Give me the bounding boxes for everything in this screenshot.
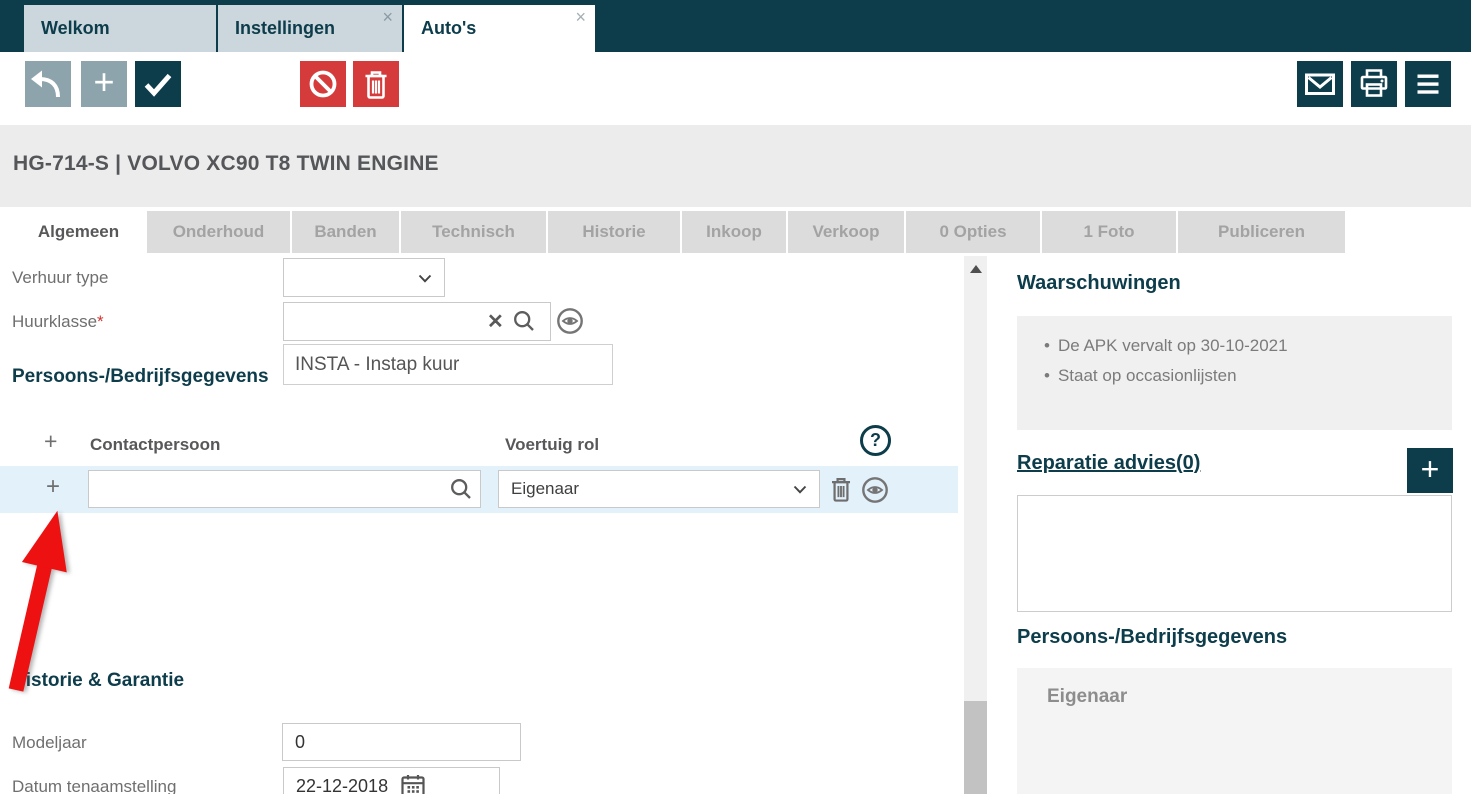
page-title: HG-714-S | VOLVO XC90 T8 TWIN ENGINE xyxy=(13,152,439,176)
window-tab-label: Auto's xyxy=(421,18,476,39)
waarschuwingen-box: • De APK vervalt op 30-10-2021 • Staat op … xyxy=(1017,316,1452,430)
bullet-icon: • xyxy=(1044,336,1050,355)
search-icon[interactable] xyxy=(449,477,473,501)
tab-verkoop[interactable]: Verkoop xyxy=(788,211,904,253)
trash-icon xyxy=(362,68,390,100)
required-marker: * xyxy=(97,312,104,331)
delete-contact-button[interactable] xyxy=(828,473,854,505)
tab-banden[interactable]: Banden xyxy=(292,211,399,253)
clear-icon[interactable]: ✕ xyxy=(487,312,504,332)
window-tab-welkom[interactable]: Welkom xyxy=(24,5,216,52)
add-contact-header-button[interactable]: + xyxy=(44,430,57,453)
help-icon[interactable]: ? xyxy=(860,425,891,456)
persoons-section-title: Persoons-/Bedrijfsgegevens xyxy=(12,366,269,388)
contactpersoon-header: Contactpersoon xyxy=(90,435,220,455)
close-icon[interactable]: × xyxy=(575,8,586,26)
annotation-arrow xyxy=(0,498,90,698)
sidebar-persoons-title: Persoons-/Bedrijfsgegevens xyxy=(1017,626,1287,649)
tab-publiceren[interactable]: Publiceren xyxy=(1178,211,1345,253)
datum-tenaamstelling-field[interactable]: 22-12-2018 xyxy=(283,767,500,794)
scrollbar-thumb[interactable] xyxy=(964,701,987,794)
cancel-button[interactable] xyxy=(300,61,346,107)
verhuur-type-select[interactable] xyxy=(283,258,445,297)
delete-button[interactable] xyxy=(353,61,399,107)
print-button[interactable] xyxy=(1351,61,1397,107)
undo-icon xyxy=(30,66,66,102)
menu-button[interactable] xyxy=(1405,61,1451,107)
modeljaar-label: Modeljaar xyxy=(12,733,87,753)
printer-icon xyxy=(1356,66,1392,102)
contactpersoon-input[interactable] xyxy=(89,471,480,507)
huurklasse-label-text: Huurklasse xyxy=(12,312,97,331)
window-tab-label: Welkom xyxy=(41,18,110,39)
chevron-down-icon xyxy=(793,485,807,494)
scrollbar-up-arrow[interactable] xyxy=(970,265,982,273)
warning-text: De APK vervalt op 30-10-2021 xyxy=(1058,336,1288,355)
hamburger-menu-icon xyxy=(1410,66,1446,102)
huurklasse-input[interactable] xyxy=(284,303,550,340)
tab-algemeen[interactable]: Algemeen xyxy=(12,211,145,253)
window-tab-bar: Welkom Instellingen × Auto's × xyxy=(0,0,1471,52)
voertuig-rol-header: Voertuig rol xyxy=(505,435,599,455)
tab-technisch[interactable]: Technisch xyxy=(401,211,546,253)
confirm-button[interactable] xyxy=(135,61,181,107)
close-icon[interactable]: × xyxy=(382,8,393,26)
voertuig-rol-value: Eigenaar xyxy=(499,479,579,499)
plus-icon: + xyxy=(1421,453,1440,485)
trash-icon xyxy=(829,475,853,503)
tab-inkoop[interactable]: Inkoop xyxy=(682,211,786,253)
app-window: Welkom Instellingen × Auto's × + xyxy=(0,0,1471,794)
window-tab-label: Instellingen xyxy=(235,18,335,39)
mail-icon xyxy=(1302,66,1338,102)
warning-item: • De APK vervalt op 30-10-2021 xyxy=(1044,331,1442,361)
eye-icon xyxy=(556,307,584,335)
undo-button[interactable] xyxy=(25,61,71,107)
huurklasse-suggestion-item[interactable]: INSTA - Instap kuur xyxy=(283,344,613,385)
datum-tenaamstelling-value: 22-12-2018 xyxy=(284,776,388,794)
modeljaar-input[interactable] xyxy=(282,723,521,761)
tab-historie[interactable]: Historie xyxy=(548,211,680,253)
reparatie-advies-link[interactable]: Reparatie advies(0) xyxy=(1017,452,1200,475)
contactpersoon-search-field xyxy=(88,470,481,508)
add-reparatie-advies-button[interactable]: + xyxy=(1407,448,1453,493)
tab-foto[interactable]: 1 Foto xyxy=(1042,211,1176,253)
tab-opties[interactable]: 0 Opties xyxy=(906,211,1040,253)
search-icon[interactable] xyxy=(512,309,536,333)
window-tab-instellingen[interactable]: Instellingen × xyxy=(218,5,402,52)
voertuig-rol-select[interactable]: Eigenaar xyxy=(498,470,820,508)
vehicle-title-bar: HG-714-S | VOLVO XC90 T8 TWIN ENGINE xyxy=(0,125,1471,207)
huurklasse-search-field xyxy=(283,302,551,341)
plus-icon: + xyxy=(93,64,114,100)
calendar-icon[interactable] xyxy=(400,773,426,794)
verhuur-type-label: Verhuur type xyxy=(12,268,108,288)
warning-item: • Staat op occasionlijsten xyxy=(1044,361,1442,391)
window-tab-autos[interactable]: Auto's × xyxy=(404,5,595,52)
add-contact-row-button[interactable]: + xyxy=(46,475,60,499)
huurklasse-label: Huurklasse* xyxy=(12,312,104,332)
prohibited-icon xyxy=(305,66,341,102)
waarschuwingen-title: Waarschuwingen xyxy=(1017,272,1181,295)
chevron-down-icon xyxy=(418,274,432,283)
check-icon xyxy=(140,66,176,102)
view-contact-button[interactable] xyxy=(860,475,890,505)
sidebar-eigenaar-label: Eigenaar xyxy=(1047,686,1127,708)
tab-onderhoud[interactable]: Onderhoud xyxy=(147,211,290,253)
bullet-icon: • xyxy=(1044,366,1050,385)
add-button[interactable]: + xyxy=(81,61,127,107)
warning-text: Staat op occasionlijsten xyxy=(1058,366,1237,385)
eye-icon xyxy=(861,476,889,504)
sidebar-persoons-box: Eigenaar xyxy=(1017,668,1452,794)
email-button[interactable] xyxy=(1297,61,1343,107)
reparatie-advies-list xyxy=(1017,495,1452,612)
toolbar: + xyxy=(0,52,1471,125)
datum-tenaamstelling-label: Datum tenaamstelling xyxy=(12,777,176,794)
huurklasse-view-button[interactable] xyxy=(555,306,585,336)
